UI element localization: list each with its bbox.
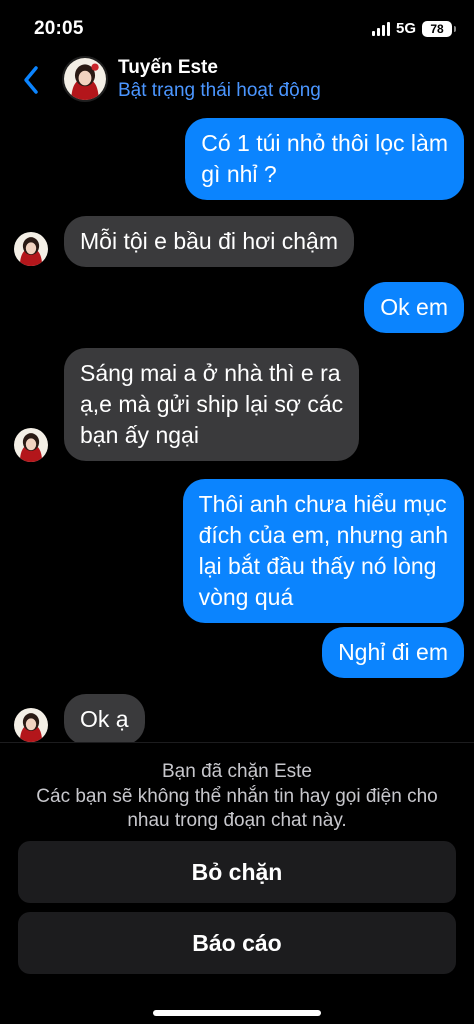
message-text: Ok em xyxy=(380,294,448,320)
blocked-panel: Bạn đã chặn Este Các bạn sẽ không thể nh… xyxy=(0,742,474,1024)
unblock-button[interactable]: Bỏ chặn xyxy=(18,841,456,903)
chat-screen: 20:05 5G 78 Tuyến Este Bật trạng thái ho… xyxy=(0,0,474,1024)
status-bar: 20:05 5G 78 xyxy=(0,0,474,52)
avatar-image xyxy=(14,708,48,742)
message-bubble-outgoing[interactable]: Có 1 túi nhỏ thôi lọc làm gì nhỉ ? xyxy=(185,118,464,200)
battery-icon: 78 xyxy=(422,20,456,37)
sender-avatar[interactable] xyxy=(14,428,48,462)
avatar-image xyxy=(14,232,48,266)
report-button[interactable]: Báo cáo xyxy=(18,912,456,974)
home-indicator[interactable] xyxy=(153,1010,321,1016)
message-text: Ok ạ xyxy=(80,706,129,732)
message-text: Thôi anh chưa hiểu mục đích của em, nhưn… xyxy=(198,491,448,610)
activity-status-link[interactable]: Bật trạng thái hoạt động xyxy=(118,80,321,102)
blocked-description: Các bạn sẽ không thể nhắn tin hay gọi đi… xyxy=(36,786,438,831)
message-bubble-outgoing[interactable]: Thôi anh chưa hiểu mục đích của em, nhưn… xyxy=(182,479,464,623)
message-text: Sáng mai a ở nhà thì e ra ạ,e mà gửi shi… xyxy=(80,360,344,448)
message-bubble-outgoing[interactable]: Ok em xyxy=(364,282,464,333)
avatar-image xyxy=(64,58,106,100)
contact-avatar[interactable] xyxy=(62,56,108,102)
message-bubble-incoming[interactable]: Mỗi tội e bầu đi hơi chậm xyxy=(64,216,354,267)
message-text: Mỗi tội e bầu đi hơi chậm xyxy=(80,228,338,254)
message-list[interactable]: Có 1 túi nhỏ thôi lọc làm gì nhỉ ? Mỗi t… xyxy=(0,112,474,742)
message-text: Có 1 túi nhỏ thôi lọc làm gì nhỉ ? xyxy=(201,130,448,187)
battery-level: 78 xyxy=(430,21,444,36)
avatar-image xyxy=(14,428,48,462)
message-text: Nghỉ đi em xyxy=(338,639,448,665)
contact-name[interactable]: Tuyến Este xyxy=(118,57,218,79)
status-time: 20:05 xyxy=(34,18,84,39)
chevron-left-icon[interactable] xyxy=(20,64,44,96)
status-indicators: 5G 78 xyxy=(371,20,456,37)
message-bubble-incoming[interactable]: Sáng mai a ở nhà thì e ra ạ,e mà gửi shi… xyxy=(64,348,360,461)
signal-bars-icon xyxy=(371,21,390,36)
chat-header: Tuyến Este Bật trạng thái hoạt động xyxy=(0,52,474,112)
message-bubble-outgoing[interactable]: Nghỉ đi em xyxy=(322,627,464,678)
report-label: Báo cáo xyxy=(192,929,282,956)
network-type: 5G xyxy=(395,20,416,37)
message-bubble-incoming[interactable]: Ok ạ xyxy=(64,694,145,742)
unblock-label: Bỏ chặn xyxy=(191,858,283,885)
sender-avatar[interactable] xyxy=(14,708,48,742)
blocked-title: Bạn đã chặn Este xyxy=(162,761,312,782)
sender-avatar[interactable] xyxy=(14,232,48,266)
